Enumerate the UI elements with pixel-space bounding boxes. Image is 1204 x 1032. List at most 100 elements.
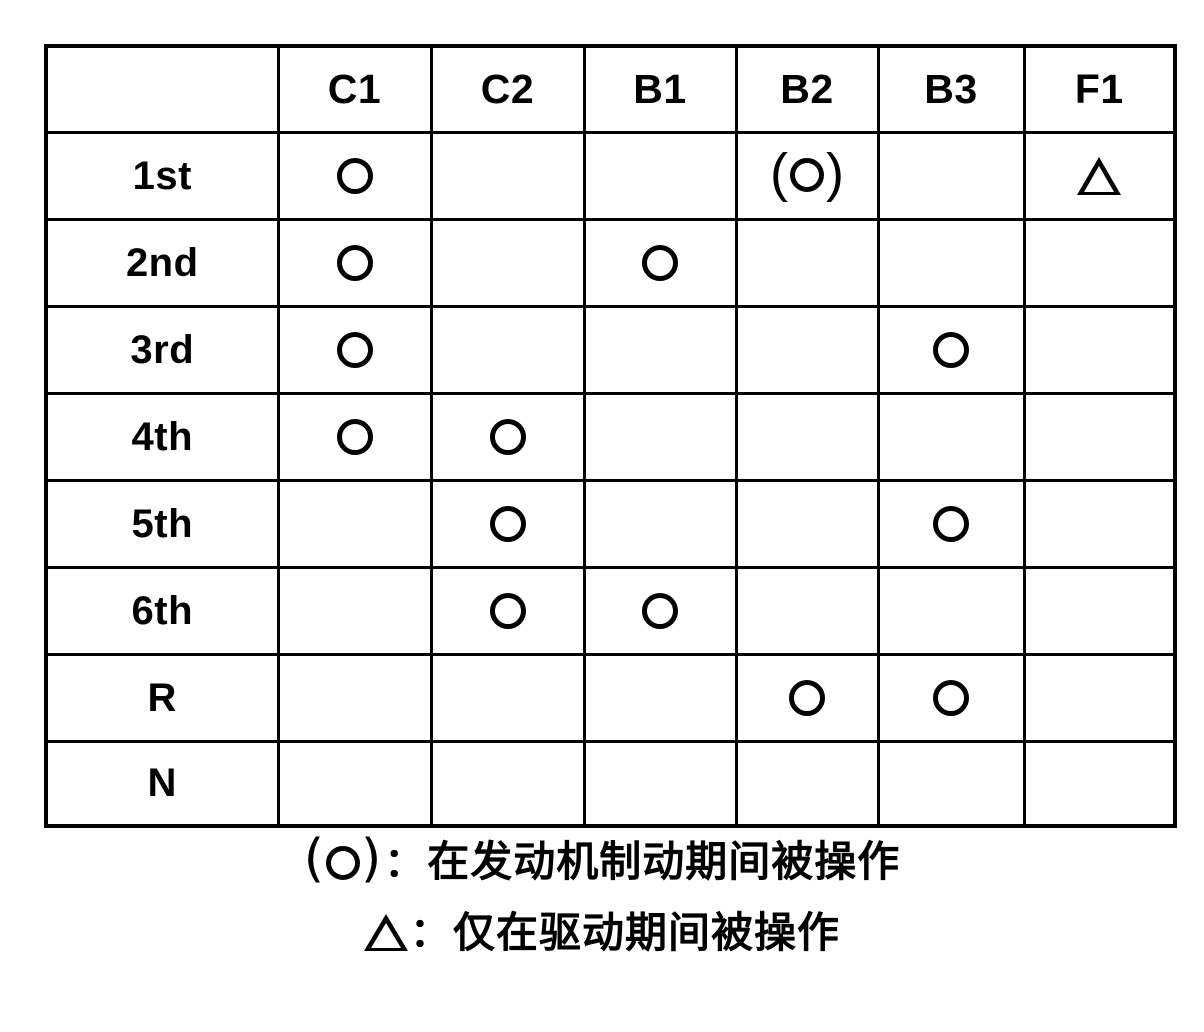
cell-r-b3 bbox=[876, 652, 1026, 743]
cell-1st-b1 bbox=[582, 130, 738, 221]
cell-2nd-b3 bbox=[876, 217, 1026, 308]
circle-mark-icon bbox=[642, 244, 678, 281]
header-label-f1: F1 bbox=[1074, 65, 1124, 112]
circle-mark-icon bbox=[790, 158, 824, 193]
row-label-3rd: 3rd bbox=[130, 327, 195, 372]
header-cell-f1: F1 bbox=[1022, 44, 1177, 134]
table-row: R bbox=[44, 652, 1177, 743]
cell-2nd-c1 bbox=[276, 217, 433, 308]
cell-5th-c1 bbox=[276, 478, 433, 569]
circle-mark-icon bbox=[489, 505, 526, 542]
row-label-cell-6th: 6th bbox=[44, 565, 280, 656]
row-label-cell-2nd: 2nd bbox=[44, 217, 280, 308]
row-label-cell-4th: 4th bbox=[44, 391, 280, 482]
legend-line-paren-circle: ( ) ：在发动机制动期间被操作 bbox=[0, 832, 1204, 891]
cell-n-b3 bbox=[876, 739, 1026, 828]
circle-mark-icon bbox=[336, 418, 373, 455]
header-label-b3: B3 bbox=[924, 65, 978, 112]
triangle-mark-icon bbox=[1077, 156, 1122, 195]
circle-mark-icon bbox=[336, 157, 373, 194]
cell-5th-b2 bbox=[734, 478, 880, 569]
cell-3rd-c2 bbox=[429, 304, 586, 395]
table-row: 4th bbox=[44, 391, 1177, 482]
legend-triangle-icon bbox=[363, 913, 408, 951]
cell-n-c2 bbox=[429, 739, 586, 828]
cell-n-b2 bbox=[734, 739, 880, 828]
cell-1st-f1 bbox=[1022, 130, 1177, 221]
circle-mark-icon bbox=[325, 845, 360, 880]
legend-text-2: 仅在驱动期间被操作 bbox=[452, 908, 840, 957]
row-label-cell-n: N bbox=[44, 739, 280, 828]
table-row: 6th bbox=[44, 565, 1177, 656]
cell-4th-f1 bbox=[1022, 391, 1177, 482]
header-cell-b1: B1 bbox=[582, 44, 738, 134]
row-label-cell-3rd: 3rd bbox=[44, 304, 280, 395]
cell-4th-b2 bbox=[734, 391, 880, 482]
cell-4th-c2 bbox=[429, 391, 586, 482]
cell-6th-b2 bbox=[734, 565, 880, 656]
cell-r-b2 bbox=[734, 652, 880, 743]
cell-4th-c1 bbox=[276, 391, 433, 482]
row-label-6th: 6th bbox=[131, 588, 193, 633]
cell-1st-b3 bbox=[876, 130, 1026, 221]
row-label-cell-1st: 1st bbox=[44, 130, 280, 221]
table-row: 1st ( ) bbox=[44, 130, 1177, 221]
row-label-5th: 5th bbox=[131, 501, 193, 546]
header-cell-c2: C2 bbox=[429, 44, 586, 134]
header-cell-blank bbox=[44, 44, 280, 134]
table-row: 3rd bbox=[44, 304, 1177, 395]
engagement-table: C1 C2 B1 B2 B3 F1 1st () 2nd 3rd 4th 5t… bbox=[44, 44, 1177, 828]
cell-3rd-b3 bbox=[876, 304, 1026, 395]
cell-5th-f1 bbox=[1022, 478, 1177, 569]
cell-2nd-b1 bbox=[582, 217, 738, 308]
cell-4th-b3 bbox=[876, 391, 1026, 482]
row-label-n: N bbox=[147, 761, 177, 806]
cell-6th-c1 bbox=[276, 565, 433, 656]
table-row: N bbox=[44, 739, 1177, 828]
header-cell-b3: B3 bbox=[876, 44, 1026, 134]
legend-colon-1: ： bbox=[384, 839, 426, 886]
cell-6th-b3 bbox=[876, 565, 1026, 656]
cell-1st-c2 bbox=[429, 130, 586, 221]
circle-mark-icon bbox=[933, 505, 969, 542]
circle-mark-icon bbox=[642, 592, 678, 629]
header-cell-c1: C1 bbox=[276, 44, 433, 134]
cell-6th-b1 bbox=[582, 565, 738, 656]
circle-mark-icon bbox=[336, 244, 373, 281]
cell-4th-b1 bbox=[582, 391, 738, 482]
row-label-cell-5th: 5th bbox=[44, 478, 280, 569]
cell-5th-b1 bbox=[582, 478, 738, 569]
engagement-table-container: C1 C2 B1 B2 B3 F1 1st () 2nd 3rd 4th 5t… bbox=[44, 44, 1177, 828]
cell-3rd-c1 bbox=[276, 304, 433, 395]
cell-1st-c1 bbox=[276, 130, 433, 221]
cell-r-c2 bbox=[429, 652, 586, 743]
cell-1st-b2: ( ) bbox=[734, 130, 880, 221]
figure-page: C1 C2 B1 B2 B3 F1 1st () 2nd 3rd 4th 5t… bbox=[0, 0, 1204, 1032]
cell-3rd-b2 bbox=[734, 304, 880, 395]
cell-2nd-c2 bbox=[429, 217, 586, 308]
circle-mark-icon bbox=[789, 679, 825, 716]
cell-n-c1 bbox=[276, 739, 433, 828]
open-paren-glyph: ( bbox=[770, 142, 788, 203]
cell-n-f1 bbox=[1022, 739, 1177, 828]
cell-r-c1 bbox=[276, 652, 433, 743]
circle-mark-icon bbox=[336, 331, 373, 368]
cell-2nd-f1 bbox=[1022, 217, 1177, 308]
header-label-c2: C2 bbox=[480, 65, 535, 112]
table-row: 5th bbox=[44, 478, 1177, 569]
header-label-b2: B2 bbox=[780, 65, 834, 112]
cell-r-f1 bbox=[1022, 652, 1177, 743]
row-label-4th: 4th bbox=[131, 414, 193, 459]
legend-line-triangle: ：仅在驱动期间被操作 bbox=[0, 903, 1204, 962]
legend: ( ) ：在发动机制动期间被操作 ：仅在驱动期间被操作 bbox=[0, 832, 1204, 962]
row-label-cell-r: R bbox=[44, 652, 280, 743]
open-paren-glyph: ( bbox=[303, 829, 325, 890]
circle-mark-icon bbox=[933, 331, 969, 368]
legend-colon-2: ： bbox=[409, 910, 451, 957]
header-label-b1: B1 bbox=[633, 65, 687, 112]
circle-mark-icon bbox=[489, 592, 526, 629]
row-label-1st: 1st bbox=[132, 153, 192, 198]
paren-circle-mark-icon: ( ) bbox=[770, 142, 844, 203]
cell-6th-f1 bbox=[1022, 565, 1177, 656]
cell-n-b1 bbox=[582, 739, 738, 828]
